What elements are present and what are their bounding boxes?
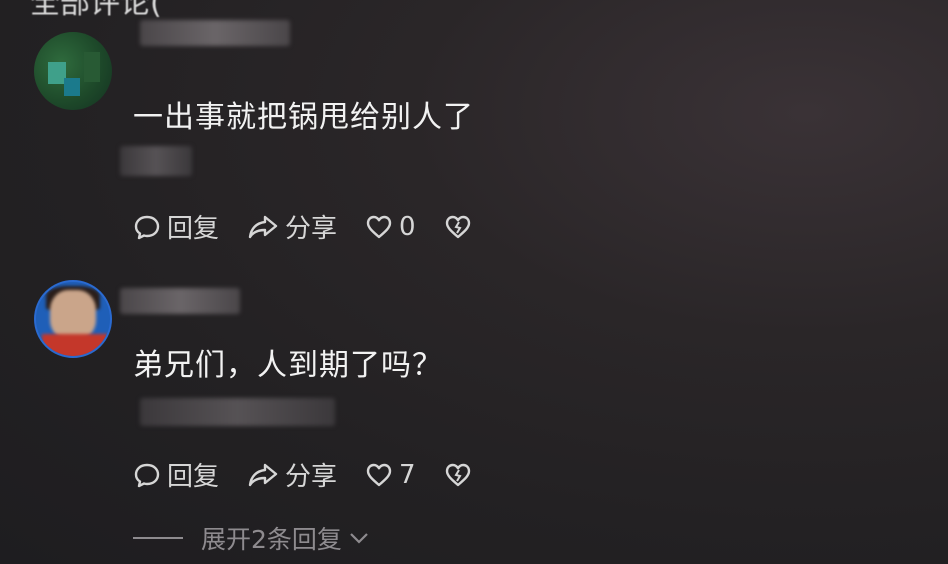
- comment-meta-redacted: [140, 398, 335, 426]
- comment-meta-redacted: [120, 146, 192, 176]
- dislike-button[interactable]: [444, 462, 472, 488]
- share-arrow-icon: [248, 215, 278, 238]
- dislike-button[interactable]: [444, 214, 472, 240]
- avatar-pixel: [84, 52, 100, 82]
- share-arrow-icon: [248, 463, 278, 486]
- chevron-down-icon: [350, 533, 368, 544]
- like-button[interactable]: 0: [365, 212, 416, 242]
- share-label: 分享: [285, 462, 338, 492]
- username-redacted[interactable]: [120, 288, 240, 314]
- reply-label: 回复: [167, 462, 220, 492]
- broken-heart-icon: [445, 463, 470, 486]
- heart-icon: [366, 215, 392, 238]
- reply-button[interactable]: 回复: [133, 208, 219, 245]
- reply-button[interactable]: 回复: [133, 456, 219, 493]
- share-button[interactable]: 分享: [247, 456, 337, 493]
- share-button[interactable]: 分享: [247, 208, 337, 245]
- heart-icon: [366, 463, 392, 486]
- comment-text: 弟兄们，人到期了吗？: [133, 348, 443, 383]
- comment-actions: 回复 分享 7: [133, 456, 500, 493]
- avatar-pixel: [64, 78, 80, 96]
- avatar-shirt: [42, 334, 108, 356]
- expand-replies-label: 展开2条回复: [201, 525, 342, 554]
- like-count: 0: [399, 211, 416, 242]
- divider-line: [133, 537, 183, 539]
- comment-bubble-icon: [134, 463, 160, 487]
- like-count: 7: [399, 459, 416, 490]
- comment-actions: 回复 分享 0: [133, 208, 500, 245]
- avatar-face: [50, 290, 96, 340]
- avatar[interactable]: [34, 280, 112, 358]
- comments-header: 全部评论(: [30, 0, 162, 21]
- share-label: 分享: [285, 214, 338, 244]
- like-button[interactable]: 7: [365, 460, 416, 490]
- broken-heart-icon: [445, 215, 470, 238]
- comment-bubble-icon: [134, 215, 160, 239]
- comment-text: 一出事就把锅甩给别人了: [133, 100, 474, 135]
- expand-replies-button[interactable]: 展开2条回复: [133, 520, 370, 556]
- username-redacted[interactable]: [140, 20, 290, 46]
- avatar[interactable]: [34, 32, 112, 110]
- reply-label: 回复: [167, 214, 220, 244]
